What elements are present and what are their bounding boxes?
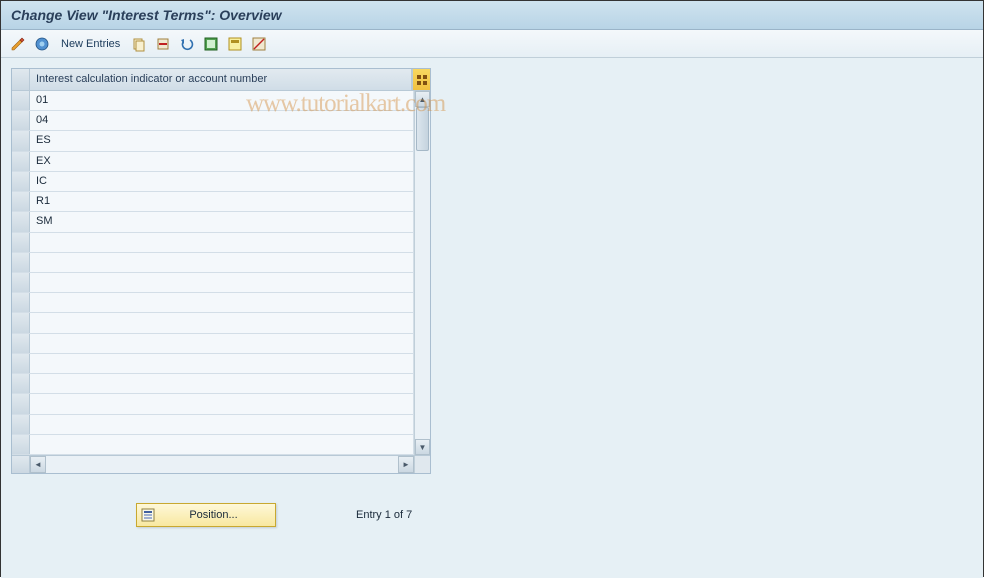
hscroll-track[interactable] xyxy=(46,456,398,473)
row-selector[interactable] xyxy=(12,212,30,231)
undo-icon[interactable] xyxy=(178,35,196,53)
row-selector[interactable] xyxy=(12,152,30,171)
scroll-left-icon[interactable]: ◄ xyxy=(30,456,46,473)
row-selector[interactable] xyxy=(12,293,30,312)
table-header: Interest calculation indicator or accoun… xyxy=(12,69,430,91)
scroll-down-icon[interactable]: ▼ xyxy=(415,439,430,455)
table-footer: ◄ ► xyxy=(12,455,430,473)
table-row[interactable]: ES xyxy=(12,131,414,151)
scroll-right-icon[interactable]: ► xyxy=(398,456,414,473)
cell-value[interactable] xyxy=(30,273,414,292)
delete-icon[interactable] xyxy=(154,35,172,53)
cell-value[interactable] xyxy=(30,293,414,312)
cell-value[interactable]: IC xyxy=(30,172,414,191)
cell-value[interactable] xyxy=(30,313,414,332)
select-all-column[interactable] xyxy=(12,69,30,90)
scroll-corner xyxy=(414,456,430,473)
table-row[interactable] xyxy=(12,313,414,333)
table-row[interactable] xyxy=(12,253,414,273)
table-row[interactable] xyxy=(12,374,414,394)
table-row[interactable] xyxy=(12,233,414,253)
cell-value[interactable] xyxy=(30,415,414,434)
table-row[interactable] xyxy=(12,394,414,414)
table-row[interactable]: R1 xyxy=(12,192,414,212)
row-selector[interactable] xyxy=(12,354,30,373)
table-row[interactable]: SM xyxy=(12,212,414,232)
row-selector[interactable] xyxy=(12,172,30,191)
scroll-up-icon[interactable]: ▲ xyxy=(415,91,430,107)
row-selector[interactable] xyxy=(12,273,30,292)
row-selector[interactable] xyxy=(12,253,30,272)
horizontal-scrollbar[interactable]: ◄ ► xyxy=(30,456,414,473)
scroll-thumb[interactable] xyxy=(416,107,429,151)
table-row[interactable] xyxy=(12,435,414,455)
cell-value[interactable] xyxy=(30,435,414,454)
cell-value[interactable] xyxy=(30,253,414,272)
table-row[interactable] xyxy=(12,293,414,313)
cell-value[interactable]: R1 xyxy=(30,192,414,211)
table-body: 0104ES EXICR1SM ▲ ▼ xyxy=(12,91,430,455)
row-selector[interactable] xyxy=(12,415,30,434)
other-view-icon[interactable] xyxy=(33,35,51,53)
change-display-icon[interactable] xyxy=(9,35,27,53)
cell-value[interactable]: ES xyxy=(30,131,414,150)
table: Interest calculation indicator or accoun… xyxy=(11,68,431,474)
select-block-icon[interactable] xyxy=(226,35,244,53)
row-selector[interactable] xyxy=(12,131,30,150)
copy-icon[interactable] xyxy=(130,35,148,53)
new-entries-button[interactable]: New Entries xyxy=(57,38,124,50)
content-area: www.tutorialkart.com Interest calculatio… xyxy=(1,58,983,578)
cell-value[interactable] xyxy=(30,233,414,252)
cell-value[interactable]: 04 xyxy=(30,111,414,130)
table-row[interactable]: EX xyxy=(12,152,414,172)
row-selector[interactable] xyxy=(12,313,30,332)
position-button[interactable]: Position... xyxy=(136,503,276,527)
position-icon xyxy=(140,507,156,523)
row-selector[interactable] xyxy=(12,394,30,413)
deselect-all-icon[interactable] xyxy=(250,35,268,53)
cell-value[interactable]: SM xyxy=(30,212,414,231)
select-all-icon[interactable] xyxy=(202,35,220,53)
page-title: Change View "Interest Terms": Overview xyxy=(1,1,983,30)
entry-counter: Entry 1 of 7 xyxy=(356,509,412,521)
table-row[interactable] xyxy=(12,273,414,293)
row-selector[interactable] xyxy=(12,111,30,130)
column-header[interactable]: Interest calculation indicator or accoun… xyxy=(30,69,412,90)
row-selector[interactable] xyxy=(12,374,30,393)
toolbar: New Entries xyxy=(1,30,983,58)
footer-corner xyxy=(12,456,30,473)
position-label: Position... xyxy=(162,509,265,521)
scroll-track[interactable] xyxy=(415,107,430,439)
row-selector[interactable] xyxy=(12,435,30,454)
cell-value[interactable] xyxy=(30,334,414,353)
table-row[interactable] xyxy=(12,415,414,435)
table-row[interactable] xyxy=(12,354,414,374)
row-selector[interactable] xyxy=(12,192,30,211)
cell-value[interactable]: 01 xyxy=(30,91,414,110)
table-settings-icon[interactable] xyxy=(412,69,430,90)
cell-value[interactable] xyxy=(30,354,414,373)
table-row[interactable]: IC xyxy=(12,172,414,192)
cell-value[interactable]: EX xyxy=(30,152,414,171)
row-selector[interactable] xyxy=(12,334,30,353)
vertical-scrollbar[interactable]: ▲ ▼ xyxy=(414,91,430,455)
row-selector[interactable] xyxy=(12,233,30,252)
bottom-bar: Position... Entry 1 of 7 xyxy=(11,503,511,527)
table-row[interactable]: 04 xyxy=(12,111,414,131)
cell-value[interactable] xyxy=(30,394,414,413)
cell-value[interactable] xyxy=(30,374,414,393)
table-row[interactable]: 01 xyxy=(12,91,414,111)
row-selector[interactable] xyxy=(12,91,30,110)
table-row[interactable] xyxy=(12,334,414,354)
